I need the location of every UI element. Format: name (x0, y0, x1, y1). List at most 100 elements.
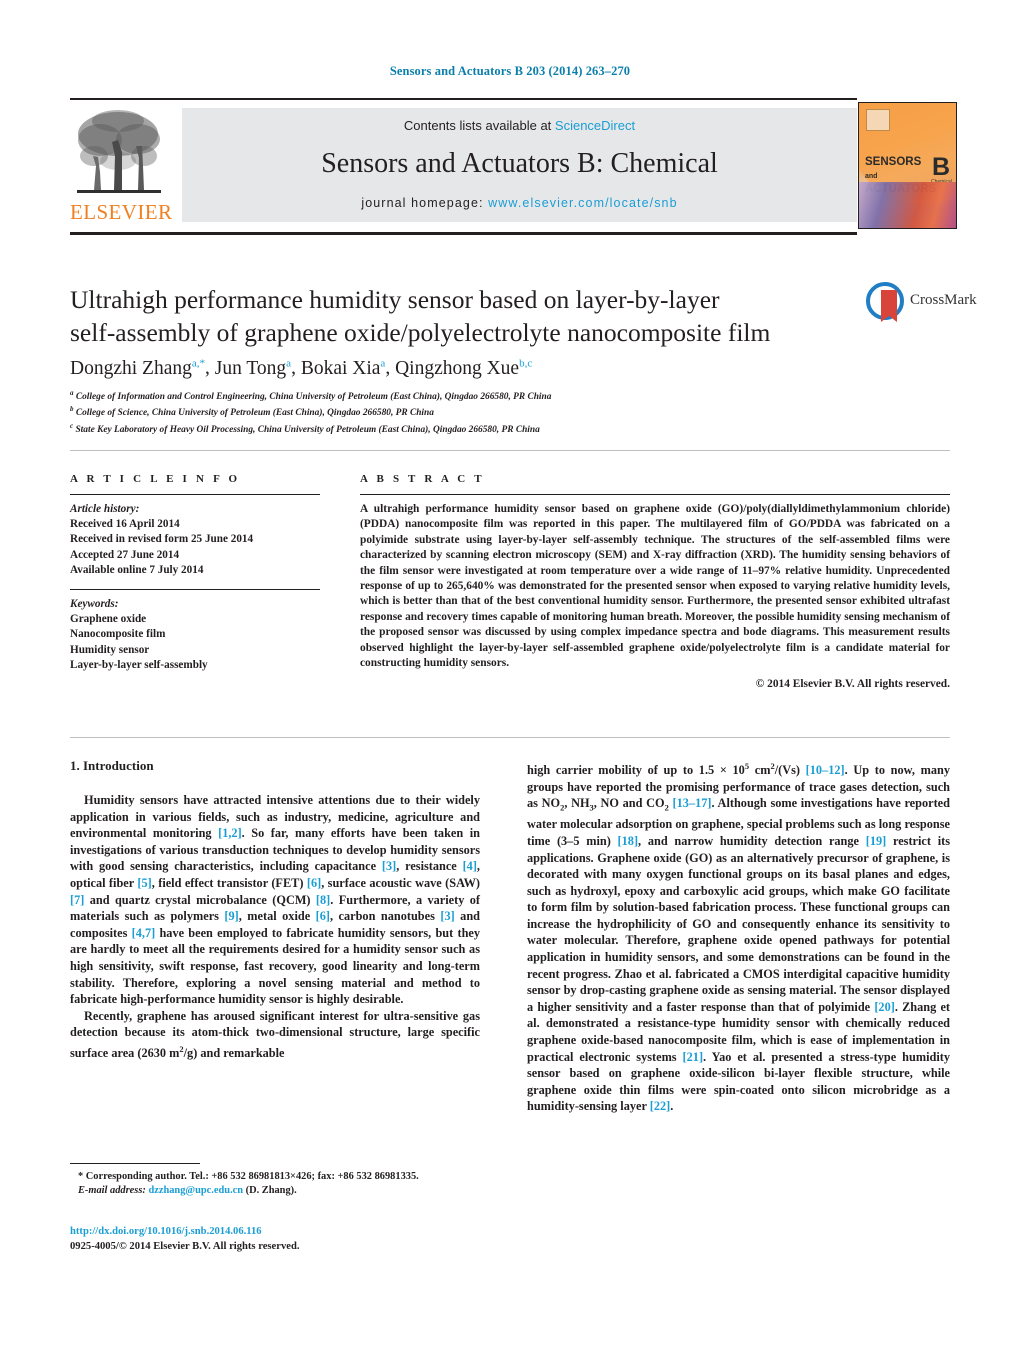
citation-6[interactable]: [6] (307, 876, 321, 890)
journal-homepage-line: journal homepage: www.elsevier.com/locat… (182, 196, 857, 210)
citation-1-2[interactable]: [1,2] (218, 826, 242, 840)
citation-21[interactable]: [21] (683, 1050, 704, 1064)
running-head: Sensors and Actuators B 203 (2014) 263–2… (389, 64, 631, 78)
author-4: Qingzhong Xueb,c (395, 357, 533, 379)
citation-9[interactable]: [9] (224, 909, 238, 923)
affiliation-a-mark: a (70, 389, 74, 397)
email-label: E-mail address: (78, 1185, 146, 1196)
journal-homepage-link[interactable]: www.elsevier.com/locate/snb (488, 196, 678, 210)
contents-lists-label: Contents lists available at (403, 118, 555, 133)
author-2: Jun Tonga (214, 357, 292, 379)
masthead-top-rule (70, 98, 857, 100)
elsevier-logo: ELSEVIER (70, 106, 172, 224)
intro-paragraph-1: Humidity sensors have attracted intensiv… (70, 793, 481, 1007)
info-block-top-rule (70, 450, 950, 451)
crossmark-label: CrossMark (910, 292, 977, 308)
citation-18[interactable]: [18] (618, 834, 639, 848)
author-3: Bokai Xiaa (300, 357, 386, 379)
author-list: Dongzhi Zhanga,*, Jun Tonga, Bokai Xiaa,… (70, 357, 533, 379)
citation-6b[interactable]: [6] (316, 909, 330, 923)
affiliation-c-text: State Key Laboratory of Heavy Oil Proces… (75, 424, 540, 435)
keyword-3: Humidity sensor (70, 643, 150, 656)
paper-page: Sensors and Actuators B 203 (2014) 263–2… (0, 0, 1020, 1351)
citation-5[interactable]: [5] (137, 876, 151, 890)
keyword-2: Nanocomposite film (70, 628, 166, 641)
citation-4-7[interactable]: [4,7] (132, 926, 156, 940)
masthead-bottom-rule (70, 232, 857, 235)
history-item-revised: Received in revised form 25 June 2014 (70, 533, 254, 546)
email-link[interactable]: dzzhang@upc.edu.cn (148, 1185, 243, 1196)
author-3-marks: a (380, 357, 386, 369)
keywords-label: Keywords: (70, 598, 119, 611)
citation-3b[interactable]: [3] (440, 909, 454, 923)
page-title: Ultrahigh performance humidity sensor ba… (70, 283, 830, 349)
citation-3[interactable]: [3] (382, 859, 396, 873)
corresponding-author-footnote: * Corresponding author. Tel.: +86 532 86… (78, 1170, 488, 1198)
affiliation-b: b College of Science, China University o… (70, 403, 870, 419)
citation-8[interactable]: [8] (316, 893, 330, 907)
body-column-left: 1. Introduction Humidity sensors have at… (70, 758, 480, 1062)
history-item-online: Available online 7 July 2014 (70, 563, 204, 576)
citation-4[interactable]: [4] (463, 859, 477, 873)
cover-elsevier-mark-icon (866, 109, 890, 131)
abstract-text: A ultrahigh performance humidity sensor … (360, 503, 950, 670)
abstract-divider (360, 494, 950, 495)
author-2-name: Jun Tong (214, 357, 287, 379)
affiliation-a: a College of Information and Control Eng… (70, 387, 870, 403)
citation-19[interactable]: [19] (866, 834, 887, 848)
author-1-name: Dongzhi Zhang (70, 357, 192, 379)
affiliation-b-mark: b (70, 405, 74, 414)
citation-20[interactable]: [20] (874, 1000, 895, 1014)
article-info-divider-2 (70, 589, 320, 591)
crossmark-badge[interactable]: CrossMark (866, 282, 977, 326)
article-info-divider-1 (70, 494, 320, 495)
sciencedirect-banner: Contents lists available at ScienceDirec… (182, 108, 857, 222)
affiliation-c: c State Key Laboratory of Heavy Oil Proc… (70, 420, 870, 436)
corresponding-author-line: * Corresponding author. Tel.: +86 532 86… (78, 1171, 419, 1182)
issn-copyright-line: 0925-4005/© 2014 Elsevier B.V. All right… (70, 1241, 300, 1252)
author-2-marks: a (286, 357, 292, 369)
article-history-label: Article history: (70, 503, 140, 515)
cover-line-1: SENSORS (865, 156, 922, 168)
author-3-name: Bokai Xia (300, 357, 381, 379)
footnote-rule (70, 1163, 200, 1164)
keywords-block: Keywords: Graphene oxide Nanocomposite f… (70, 597, 320, 673)
affiliation-b-text: College of Science, China University of … (75, 408, 434, 419)
history-item-accepted: Accepted 27 June 2014 (70, 548, 180, 561)
journal-homepage-label: journal homepage: (361, 196, 489, 210)
email-suffix: (D. Zhang). (245, 1185, 297, 1196)
journal-masthead: ELSEVIER Contents lists available at Sci… (70, 98, 950, 226)
author-1-marks: a,* (191, 357, 205, 369)
abstract-heading: A B S T R A C T (360, 473, 485, 485)
affiliation-c-mark: c (70, 421, 74, 430)
journal-title: Sensors and Actuators B: Chemical (321, 148, 718, 179)
title-line-2: self-assembly of graphene oxide/polyelec… (70, 318, 771, 347)
author-4-marks: b,c (519, 357, 533, 369)
title-line-1: Ultrahigh performance humidity sensor ba… (70, 285, 720, 314)
contents-lists-line: Contents lists available at ScienceDirec… (182, 118, 857, 133)
article-info-column: A R T I C L E I N F O Article history: R… (70, 473, 320, 673)
citation-7[interactable]: [7] (70, 893, 84, 907)
elsevier-tree-icon (74, 106, 164, 198)
abstract-copyright: © 2014 Elsevier B.V. All rights reserved… (755, 678, 950, 691)
author-4-name: Qingzhong Xue (395, 357, 520, 379)
doi-link[interactable]: http://dx.doi.org/10.1016/j.snb.2014.06.… (70, 1225, 500, 1240)
sciencedirect-link[interactable]: ScienceDirect (555, 118, 635, 133)
cover-and: and (865, 173, 878, 180)
cover-series-letter: B (932, 153, 951, 181)
citation-10-12[interactable]: [10–12] (806, 763, 845, 777)
section-heading-introduction: 1. Introduction (70, 758, 154, 773)
article-info-heading: A R T I C L E I N F O (70, 473, 241, 485)
citation-22[interactable]: [22] (650, 1099, 671, 1113)
abstract-column: A B S T R A C T A ultrahigh performance … (360, 473, 950, 690)
body-column-right: high carrier mobility of up to 1.5 × 105… (527, 758, 950, 1115)
intro-paragraph-3: high carrier mobility of up to 1.5 × 105… (527, 761, 950, 1114)
history-item-received: Received 16 April 2014 (70, 518, 180, 531)
crossmark-icon (866, 282, 904, 322)
cover-bottom-gradient (859, 182, 956, 228)
citation-13-17[interactable]: [13–17] (673, 796, 712, 810)
affiliation-list: a College of Information and Control Eng… (70, 387, 870, 436)
email-line: E-mail address: dzzhang@upc.edu.cn (D. Z… (78, 1184, 488, 1198)
author-1: Dongzhi Zhanga,* (70, 357, 205, 379)
journal-cover-thumbnail: SENSORS and ACTUATORS B Chemical (858, 102, 957, 229)
